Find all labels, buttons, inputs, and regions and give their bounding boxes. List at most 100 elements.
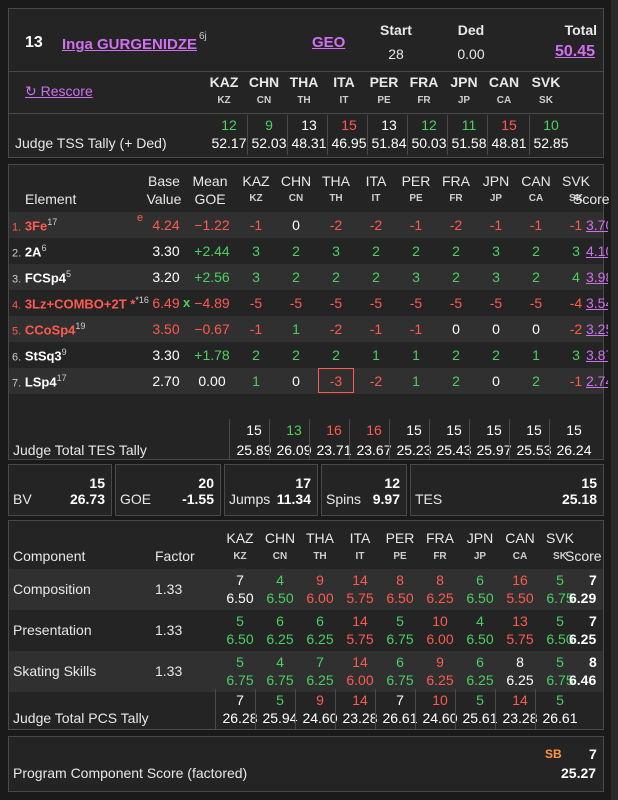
element-score-link[interactable]: 3.98 [586,269,608,285]
component-judge-rank: 8 [516,654,524,670]
tss-rank: 12 [421,117,437,133]
component-name: Composition [13,581,91,597]
judge-code-ca: CA [496,95,512,106]
component-judge-mark: 6.25 [266,631,294,647]
pcs-judge-per: PER [385,530,415,546]
element-number: 6. [12,351,22,364]
tes-rank: 15 [526,422,542,438]
el-judge-code: FR [449,193,463,204]
pcs-tally-rank: 14 [352,692,368,708]
judge-mark: -1 [409,321,423,337]
tss-value: 48.81 [491,135,527,151]
pcs-tally-rank: 5 [476,692,484,708]
component-judge-rank: 6 [476,572,484,588]
judge-mark: -2 [369,217,383,233]
judge-mark: 2 [452,269,460,285]
element-goe: −0.67 [194,321,230,337]
spins-rank: 12 [384,475,400,491]
element-score-link[interactable]: 3.87 [586,347,608,363]
factor-col-header: Factor [155,548,195,564]
judge-mark: 2 [492,347,500,363]
judge-mark: -1 [369,321,383,337]
judge-mark: 3 [492,269,500,285]
element-row: 6. StSq393.30+1.782221122133.87 [9,342,608,368]
column-separator [389,419,390,459]
component-judge-rank: 10 [432,613,448,629]
component-judge-rank: 5 [556,613,564,629]
element-base-value: 2.70 [152,373,180,389]
total-score-link[interactable]: 50.45 [529,43,595,61]
tes-rank: 15 [246,422,262,438]
judge-mark: 1 [372,347,380,363]
spins-value: 9.97 [372,491,400,507]
element-score-link[interactable]: 4.10 [586,243,608,259]
column-separator [375,689,376,729]
component-judge-rank: 5 [236,613,244,629]
divider [9,71,603,72]
goe-col-header: GOE [194,191,226,207]
component-judge-rank: 16 [512,572,528,588]
component-score: 6.46 [569,672,597,688]
component-rank: 7 [589,613,597,629]
element-sup: 6 [41,243,47,253]
column-separator [335,689,336,729]
final-rank: 7 [589,746,597,762]
rescore-link[interactable]: ↻ Rescore [25,83,93,100]
judge-header-per: PER [369,74,399,90]
judge-mark: 1 [252,373,260,389]
element-name: 6. StSq39 [12,347,67,363]
pcs-tally-label: Judge Total PCS Tally [13,710,149,726]
component-judge-rank: 9 [316,572,324,588]
tes-tally-label: Judge Total TES Tally [13,442,147,458]
component-judge-rank: 8 [436,572,444,588]
judge-mark: -1 [489,217,503,233]
pcs-tally-rank: 5 [276,692,284,708]
score-col-header: Score [573,191,610,207]
component-rank: 7 [589,572,597,588]
judge-mark: -5 [449,295,463,311]
component-judge-rank: 14 [352,572,368,588]
element-score-link[interactable]: 3.25 [586,321,608,337]
column-separator [349,419,350,459]
component-judge-rank: 4 [476,613,484,629]
component-row: Skating Skills 1.33 5 6.75 4 6.75 7 6.25 14 6.00 6… [9,651,603,692]
judge-header-can: CAN [488,74,520,90]
el-judge-code: IT [371,193,381,204]
element-base-value: 3.30 [152,347,180,363]
skater-header-panel: 13 Inga GURGENIDZE 6j GEO Start 28 Ded 0… [8,8,604,158]
element-sup: 17 [56,373,67,383]
element-number: 1. [12,221,22,234]
pcs-judge-chn: CHN [264,530,296,546]
component-score: 6.29 [569,590,597,606]
judge-mark: -5 [329,295,343,311]
element-name: 5. CCoSp419 [12,321,85,337]
pcs-panel: Component Factor KAZ KZ CHN CN THA TH ITA IT PER… [8,520,604,730]
element-sup: 17 [47,217,58,227]
judge-mark: 1 [412,347,420,363]
component-rank: 8 [589,654,597,670]
judge-mark: -5 [529,295,543,311]
component-judge-rank: 5 [396,613,404,629]
element-row: 7. LSp4172.700.0010-3-21202-12.74 [9,368,608,394]
pcs-judge-code: CA [512,551,528,562]
judge-mark: -1 [529,217,543,233]
element-sup: 5 [65,269,71,279]
skater-name-link[interactable]: Inga GURGENIDZE [62,36,197,53]
element-score-link[interactable]: 2.74 [586,373,608,389]
column-separator [549,419,550,459]
element-goe: +2.56 [194,269,230,285]
column-separator [229,419,230,459]
skater-name-sup: 6j [199,31,207,42]
element-score-link[interactable]: 3.70 [586,217,608,233]
element-score-link[interactable]: 3.54 [586,295,608,311]
element-goe: −4.89 [194,295,230,311]
scrollbar-gutter[interactable] [611,0,618,800]
nation-link[interactable]: GEO [312,34,345,51]
judge-mark: -5 [409,295,423,311]
tss-rank: 11 [461,117,477,133]
pcs-tally-rank: 9 [316,692,324,708]
column-separator [247,115,248,155]
el-judge-svk: SVK [561,173,590,189]
judge-mark: 2 [332,269,340,285]
column-separator [509,419,510,459]
